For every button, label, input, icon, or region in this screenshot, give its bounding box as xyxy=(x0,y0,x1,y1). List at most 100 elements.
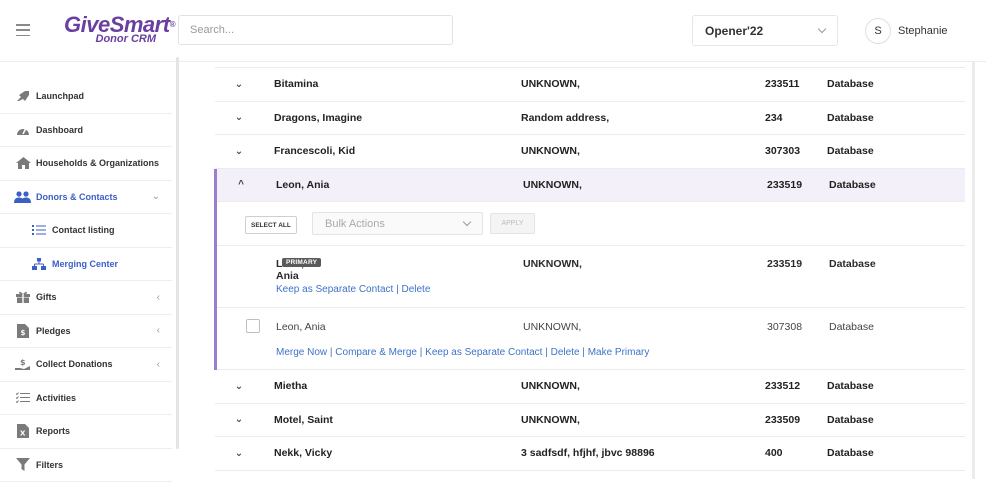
table-row[interactable]: ⌄ Francescoli, Kid UNKNOWN, 307303 Datab… xyxy=(215,135,965,169)
contact-address: UNKNOWN, xyxy=(521,68,580,101)
table-row[interactable]: ⌄ Motel, Saint UNKNOWN, 233509 Database xyxy=(215,404,965,438)
contact-address: UNKNOWN, xyxy=(523,169,582,202)
contact-address: UNKNOWN, xyxy=(521,370,580,403)
separator: | xyxy=(417,347,425,358)
sidebar-item-filters[interactable]: Filters xyxy=(0,449,172,482)
sidebar-item-activities[interactable]: Activities xyxy=(0,382,172,416)
user-menu[interactable]: S Stephanie xyxy=(865,17,948,45)
duplicate-contact-actions: Merge Now | Compare & Merge | Keep as Se… xyxy=(276,347,649,358)
gauge-icon xyxy=(14,123,32,137)
contact-id: 307303 xyxy=(765,135,800,168)
sidebar-item-donors-contacts[interactable]: Donors & Contacts ⌄ xyxy=(0,181,172,215)
merge-now-link[interactable]: Merge Now xyxy=(276,347,327,358)
select-all-button[interactable]: SELECT ALL xyxy=(245,216,297,234)
top-header: GiveSmart® Donor CRM Opener'22 S Stephan… xyxy=(0,0,986,62)
sidebar: Launchpad Dashboard Households & Organiz… xyxy=(0,80,172,479)
sidebar-item-dashboard[interactable]: Dashboard xyxy=(0,114,172,148)
contact-name: Leon, Ania xyxy=(276,321,326,333)
contact-address: UNKNOWN, xyxy=(523,321,581,333)
contact-address: UNKNOWN, xyxy=(523,258,582,270)
svg-text:$: $ xyxy=(20,358,26,367)
compare-merge-link[interactable]: Compare & Merge xyxy=(335,347,417,358)
contact-name: Bitamina xyxy=(274,68,318,101)
contact-source: Database xyxy=(827,135,874,168)
delete-link[interactable]: Delete xyxy=(401,284,430,295)
primary-badge: PRIMARY xyxy=(282,258,321,267)
bulk-actions-bar: SELECT ALL Bulk Actions APPLY xyxy=(217,202,965,246)
table-row[interactable]: ⌄ Mietha UNKNOWN, 233512 Database xyxy=(215,370,965,404)
organization-select-value: Opener'22 xyxy=(705,24,763,38)
sidebar-item-households[interactable]: Households & Organizations xyxy=(0,147,172,181)
logo[interactable]: GiveSmart® Donor CRM xyxy=(64,14,170,50)
expand-chevron-icon[interactable]: ⌄ xyxy=(233,370,245,403)
contacts-table: ⌄ Bitamina UNKNOWN, 233511 Database ⌄ Dr… xyxy=(215,62,965,479)
contact-source: Database xyxy=(829,169,876,202)
sidebar-item-label: Filters xyxy=(36,460,63,470)
avatar: S xyxy=(865,18,891,44)
keep-separate-link[interactable]: Keep as Separate Contact xyxy=(276,284,393,295)
contact-source: Database xyxy=(827,102,874,135)
sidebar-item-reports[interactable]: X Reports xyxy=(0,415,172,449)
contact-id: 233511 xyxy=(765,68,799,101)
contact-id: 233512 xyxy=(765,370,800,403)
expand-chevron-icon[interactable]: ⌄ xyxy=(233,68,245,101)
chevron-down-icon: ⌄ xyxy=(152,191,160,202)
user-name: Stephanie xyxy=(898,25,948,37)
expand-chevron-icon[interactable]: ⌄ xyxy=(233,437,245,470)
bulk-actions-select-value: Bulk Actions xyxy=(325,218,385,230)
contact-source: Database xyxy=(829,258,876,270)
duplicate-contact-details: Leon, Ania UNKNOWN, 307308 Database xyxy=(217,321,965,335)
sitemap-icon xyxy=(30,257,48,271)
sidebar-item-label: Donors & Contacts xyxy=(36,192,118,202)
expand-chevron-icon[interactable]: ⌄ xyxy=(233,404,245,437)
keep-separate-link[interactable]: Keep as Separate Contact xyxy=(425,347,542,358)
contact-source: Database xyxy=(829,321,874,333)
house-icon xyxy=(14,156,32,170)
contact-source: Database xyxy=(827,370,874,403)
sidebar-item-label: Gifts xyxy=(36,292,57,302)
table-row-expanded[interactable]: ^ Leon, Ania UNKNOWN, 233519 Database xyxy=(217,169,965,203)
sidebar-item-label: Merging Center xyxy=(52,259,118,269)
gift-icon xyxy=(14,290,32,304)
primary-contact-row: Leon, AniaPRIMARY UNKNOWN, 233519 Databa… xyxy=(217,246,965,308)
sidebar-item-pledges[interactable]: $ Pledges ‹ xyxy=(0,315,172,349)
sidebar-scrollbar[interactable] xyxy=(176,57,179,449)
table-row[interactable]: ⌄ Bitamina UNKNOWN, 233511 Database xyxy=(215,68,965,102)
hand-dollar-icon: $ xyxy=(14,357,32,371)
contact-address: UNKNOWN, xyxy=(521,404,580,437)
pledge-icon: $ xyxy=(14,324,32,338)
expand-chevron-icon[interactable]: ⌄ xyxy=(233,135,245,168)
sidebar-item-label: Dashboard xyxy=(36,125,83,135)
contact-name: Dragons, Imagine xyxy=(274,102,362,135)
sidebar-item-launchpad[interactable]: Launchpad xyxy=(0,80,172,114)
apply-button[interactable]: APPLY xyxy=(490,213,535,234)
chevron-left-icon: ‹ xyxy=(157,325,160,336)
contact-address: Random address, xyxy=(521,102,609,135)
expand-chevron-icon[interactable]: ⌄ xyxy=(233,102,245,135)
contact-id: 233519 xyxy=(767,169,802,202)
sidebar-item-collect-donations[interactable]: $ Collect Donations ‹ xyxy=(0,348,172,382)
sidebar-item-label: Contact listing xyxy=(52,225,115,235)
users-icon xyxy=(14,190,32,204)
filter-icon xyxy=(14,458,32,472)
sidebar-item-gifts[interactable]: Gifts ‹ xyxy=(0,281,172,315)
contact-id: 233519 xyxy=(767,258,802,270)
sidebar-item-merging-center[interactable]: Merging Center xyxy=(0,248,172,282)
primary-contact-details: Leon, AniaPRIMARY UNKNOWN, 233519 Databa… xyxy=(217,258,965,272)
duplicate-group: ^ Leon, Ania UNKNOWN, 233519 Database SE… xyxy=(214,169,965,371)
logo-subtitle: Donor CRM xyxy=(96,33,157,45)
delete-link[interactable]: Delete xyxy=(551,347,580,358)
search-input[interactable] xyxy=(178,15,453,45)
contact-id: 307308 xyxy=(767,321,802,333)
bulk-actions-select[interactable]: Bulk Actions xyxy=(312,212,483,235)
hamburger-menu-icon[interactable] xyxy=(16,24,30,36)
make-primary-link[interactable]: Make Primary xyxy=(588,347,650,358)
table-row[interactable]: ⌄ Dragons, Imagine Random address, 234 D… xyxy=(215,102,965,136)
excel-icon: X xyxy=(14,424,32,438)
organization-select[interactable]: Opener'22 xyxy=(692,15,838,46)
table-row[interactable]: ⌄ Nekk, Vicky 3 sadfsdf, hfjhf, jbvc 988… xyxy=(215,437,965,471)
main-scrollbar[interactable] xyxy=(972,62,975,479)
sidebar-item-contact-listing[interactable]: Contact listing xyxy=(0,214,172,248)
collapse-chevron-icon[interactable]: ^ xyxy=(235,169,247,202)
list-icon xyxy=(30,223,48,237)
